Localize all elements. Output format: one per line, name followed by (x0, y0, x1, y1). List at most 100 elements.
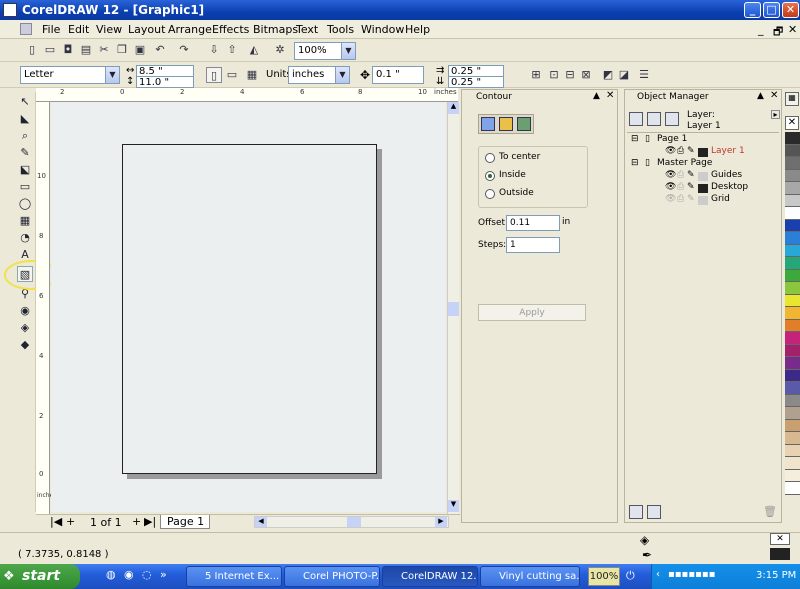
export-icon[interactable]: ⇧ (224, 42, 240, 58)
tray-expand-icon[interactable]: ‹ (656, 569, 660, 580)
eye-icon[interactable]: 👁 (665, 170, 676, 180)
contour-settings-tab-icon[interactable] (481, 117, 495, 131)
tree-page-1[interactable]: Page 1 (657, 134, 687, 144)
palette-swatch[interactable] (785, 394, 800, 407)
plug-icon[interactable]: ⏻ (626, 569, 635, 583)
close-button[interactable]: ✕ (782, 2, 799, 18)
quick-launch-expand-icon[interactable]: » (160, 568, 167, 581)
layer-color-swatch[interactable] (698, 184, 708, 193)
menu-edit[interactable]: Edit (68, 23, 89, 36)
pencil-icon[interactable]: ✎ (687, 194, 695, 204)
horizontal-scroll-thumb[interactable] (347, 517, 361, 527)
add-page-before-button[interactable]: + (66, 515, 75, 528)
horizontal-scrollbar[interactable]: ◀ ▶ (254, 516, 449, 528)
offset-input[interactable]: 0.11 (506, 215, 560, 231)
doc-minimize-button[interactable]: _ (758, 23, 764, 36)
outline-color-swatch[interactable] (770, 548, 790, 560)
tree-collapse-icon[interactable]: ⊟ (631, 134, 639, 144)
rectangle-tool-icon[interactable]: ▭ (17, 179, 33, 195)
menu-layout[interactable]: Layout (128, 23, 165, 36)
welcome-screen-icon[interactable]: ✲ (272, 42, 288, 58)
quick-launch-ie-icon[interactable]: ◍ (106, 568, 116, 581)
palette-swatch[interactable] (785, 232, 800, 245)
properties-icon[interactable]: ☰ (636, 67, 652, 83)
collapse-icon[interactable]: ▲ (593, 91, 600, 101)
interactive-fill-tool-icon[interactable]: ◆ (17, 337, 33, 353)
last-page-button[interactable]: ▶| (144, 515, 156, 528)
task-coreldraw[interactable]: CorelDRAW 12... (382, 566, 478, 587)
freehand-tool-icon[interactable]: ✎ (17, 145, 33, 161)
palette-swatch[interactable] (785, 444, 800, 457)
zoom-level-combo[interactable]: 100% ▼ (294, 42, 356, 60)
menu-bitmaps[interactable]: Bitmaps (253, 23, 298, 36)
flyout-arrow-icon[interactable]: ▸ (771, 110, 780, 119)
trash-icon[interactable]: 🗑 (763, 505, 777, 518)
pencil-icon[interactable]: ✎ (687, 182, 695, 192)
task-corel-photo-paint[interactable]: Corel PHOTO-P... (284, 566, 380, 587)
language-bar-zoom[interactable]: 100% (588, 567, 620, 586)
palette-swatch[interactable] (785, 207, 800, 220)
steps-input[interactable]: 1 (506, 237, 560, 253)
close-icon[interactable]: ✕ (770, 90, 778, 101)
document-page[interactable] (122, 144, 377, 474)
paper-size-combo[interactable]: Letter ▼ (20, 66, 120, 84)
cut-icon[interactable]: ✂ (96, 42, 112, 58)
eye-icon[interactable]: 👁 (665, 182, 676, 192)
palette-swatch[interactable] (785, 307, 800, 320)
new-layer-icon[interactable] (629, 505, 643, 519)
redo-icon[interactable]: ↷ (176, 42, 192, 58)
menu-effects[interactable]: Effects (212, 23, 249, 36)
palette-swatch[interactable] (785, 169, 800, 182)
menu-file[interactable]: File (42, 23, 60, 36)
contour-colors-tab-icon[interactable] (499, 117, 513, 131)
basic-shapes-tool-icon[interactable]: ◔ (17, 230, 33, 246)
page-tab-1[interactable]: Page 1 (160, 515, 210, 529)
show-properties-icon[interactable] (629, 112, 643, 126)
maximize-button[interactable]: □ (763, 2, 780, 18)
tree-grid[interactable]: Grid (711, 194, 730, 204)
vertical-scroll-thumb[interactable] (448, 302, 459, 316)
no-color-swatch[interactable]: ✕ (785, 116, 799, 130)
open-icon[interactable]: ▭ (42, 42, 58, 58)
menu-view[interactable]: View (96, 23, 122, 36)
printer-icon[interactable]: ⎙ (677, 146, 684, 156)
snap-objects-icon[interactable]: ⊠ (578, 67, 594, 83)
palette-swatch[interactable] (785, 182, 800, 195)
palette-swatch[interactable] (785, 194, 800, 207)
pencil-icon[interactable]: ✎ (687, 146, 695, 156)
menu-text[interactable]: Text (296, 23, 318, 36)
palette-swatch[interactable] (785, 294, 800, 307)
palette-swatch[interactable] (785, 132, 800, 145)
color-palette[interactable] (785, 132, 800, 512)
horizontal-ruler[interactable]: 2 0 2 4 6 8 10 inches (36, 88, 458, 102)
palette-swatch[interactable] (785, 432, 800, 445)
fill-none-icon[interactable]: ✕ (770, 533, 790, 545)
palette-swatch[interactable] (785, 419, 800, 432)
palette-swatch[interactable] (785, 219, 800, 232)
undo-icon[interactable]: ↶ (152, 42, 168, 58)
edit-across-layers-icon[interactable] (647, 112, 661, 126)
palette-swatch[interactable] (785, 257, 800, 270)
duplicate-y-input[interactable]: 0.25 " (448, 76, 504, 88)
printer-icon[interactable]: ⎙ (677, 170, 684, 180)
palette-swatch[interactable] (785, 382, 800, 395)
fill-tool-icon[interactable]: ◈ (17, 320, 33, 336)
snap-grid-icon[interactable]: ⊡ (546, 67, 562, 83)
close-icon[interactable]: ✕ (606, 90, 614, 101)
layer-manager-view-icon[interactable] (665, 112, 679, 126)
doc-close-button[interactable]: ✕ (788, 23, 797, 36)
layer-color-swatch[interactable] (698, 196, 708, 205)
layer-color-swatch[interactable] (698, 148, 708, 157)
printer-icon[interactable]: ⎙ (677, 194, 684, 204)
quick-launch-desktop-icon[interactable]: ◉ (124, 568, 134, 581)
inside-radio[interactable] (485, 171, 495, 181)
outline-tool-icon[interactable]: ◉ (17, 303, 33, 319)
menu-window[interactable]: Window (361, 23, 404, 36)
palette-swatch[interactable] (785, 457, 800, 470)
tray-app-icons[interactable]: ▪▪▪▪▪▪▪ (668, 569, 715, 580)
palette-swatch[interactable] (785, 469, 800, 482)
scroll-left-icon[interactable]: ◀ (255, 517, 267, 527)
tree-master-page[interactable]: Master Page (657, 158, 712, 168)
palette-swatch[interactable] (785, 332, 800, 345)
polygon-tool-icon[interactable]: ▦ (17, 213, 33, 229)
